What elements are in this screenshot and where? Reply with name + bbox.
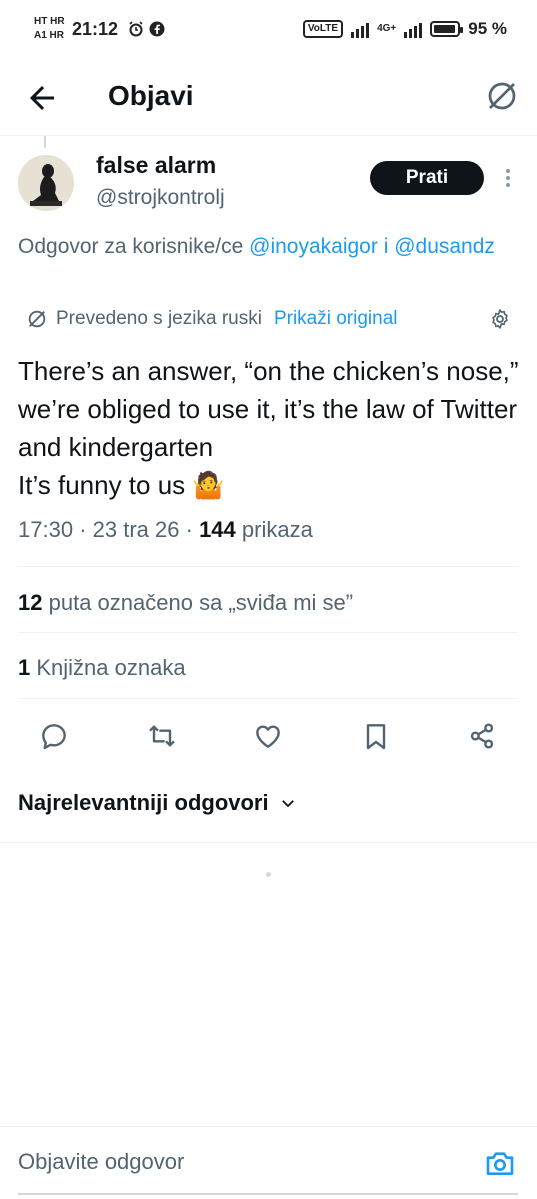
system-status: VoLTE 4G+ 95 % [302,19,507,39]
show-original-link[interactable]: Prikaži original [274,308,398,330]
likes-stat[interactable]: 12 puta označeno sa „sviđa mi se” [18,590,353,616]
alarm-icon [129,21,143,37]
carrier-1: HT HR [34,16,65,27]
chevron-down-icon [281,800,294,808]
reply-input[interactable] [18,1149,458,1175]
reply-icon[interactable] [38,720,70,752]
input-underline [18,1193,518,1195]
page-title: Objavi [108,80,194,111]
translation-bar: Prevedeno s jezika ruski Prikaži origina… [26,306,516,332]
signal-icon-2 [404,20,423,38]
tweet-time[interactable]: 17:30 [18,517,73,542]
divider [0,842,537,843]
translation-note: Prevedeno s jezika ruski [56,308,262,329]
share-icon[interactable] [466,720,498,752]
divider [18,566,518,567]
tweet-line-1: There’s an answer, “on the chicken’s nos… [18,356,519,462]
grok-translate-icon [28,310,46,328]
follow-button[interactable]: Prati [370,161,484,195]
replying-prefix: Odgovor za korisnike/ce [18,235,244,258]
tweet-meta: 17:30 · 23 tra 26 · 144 prikaza [18,517,313,542]
mention-link-2[interactable]: @dusandz [394,235,495,258]
likes-label: puta označeno sa „sviđa mi se” [48,590,354,615]
status-bar: HT HR A1 HR 21:12 VoLTE 4G+ 95 % [0,0,537,60]
gear-icon[interactable] [488,307,512,331]
battery-icon [430,21,464,37]
more-options-icon[interactable] [498,166,518,190]
carrier-2: A1 HR [34,30,65,41]
mention-link-1[interactable]: @inoyakaigor [249,235,378,258]
carrier-labels: HT HR A1 HR [34,15,65,43]
avatar[interactable] [18,155,74,211]
battery-percent: 95 % [468,19,507,38]
sort-label: Najrelevantniji odgovori [18,790,269,815]
camera-icon[interactable] [484,1147,516,1179]
like-icon[interactable] [252,720,284,752]
author-name[interactable]: false alarm [96,152,216,179]
views-count: 144 [199,517,236,542]
retweet-icon[interactable] [146,720,178,752]
arrow-left-icon[interactable] [24,80,60,116]
loading-indicator [266,872,271,877]
replies-sort-dropdown[interactable]: Najrelevantniji odgovori [18,790,297,816]
facebook-icon [149,21,165,37]
clock: 21:12 [72,19,119,39]
bookmark-icon[interactable] [360,720,392,752]
reply-composer [0,1126,537,1199]
volte-badge: VoLTE [302,20,344,38]
top-app-bar: Objavi [0,60,537,136]
replying-conjunction: i [383,235,389,258]
sculpture-avatar-icon [18,155,74,211]
signal-icon [351,20,370,38]
tweet-line-2: It’s funny to us 🤷 [18,470,225,500]
likes-count: 12 [18,590,43,615]
tweet-date[interactable]: 23 tra 26 [93,517,180,542]
divider [18,698,518,699]
views-label: prikaza [241,517,313,542]
action-bar [0,712,537,760]
bookmarks-count: 1 [18,655,31,680]
bookmarks-stat[interactable]: 1 Knjižna oznaka [18,655,186,681]
thread-line [44,136,46,148]
tweet-text: There’s an answer, “on the chicken’s nos… [18,352,523,504]
replying-to: Odgovor za korisnike/ce @inoyakaigor i @… [18,230,518,264]
grok-icon[interactable] [484,78,520,114]
network-type: 4G+ [377,23,397,34]
author-handle[interactable]: @strojkontrolj [96,186,225,210]
divider [18,632,518,633]
bookmarks-label: Knjižna oznaka [36,655,186,680]
notification-icons [128,21,165,37]
